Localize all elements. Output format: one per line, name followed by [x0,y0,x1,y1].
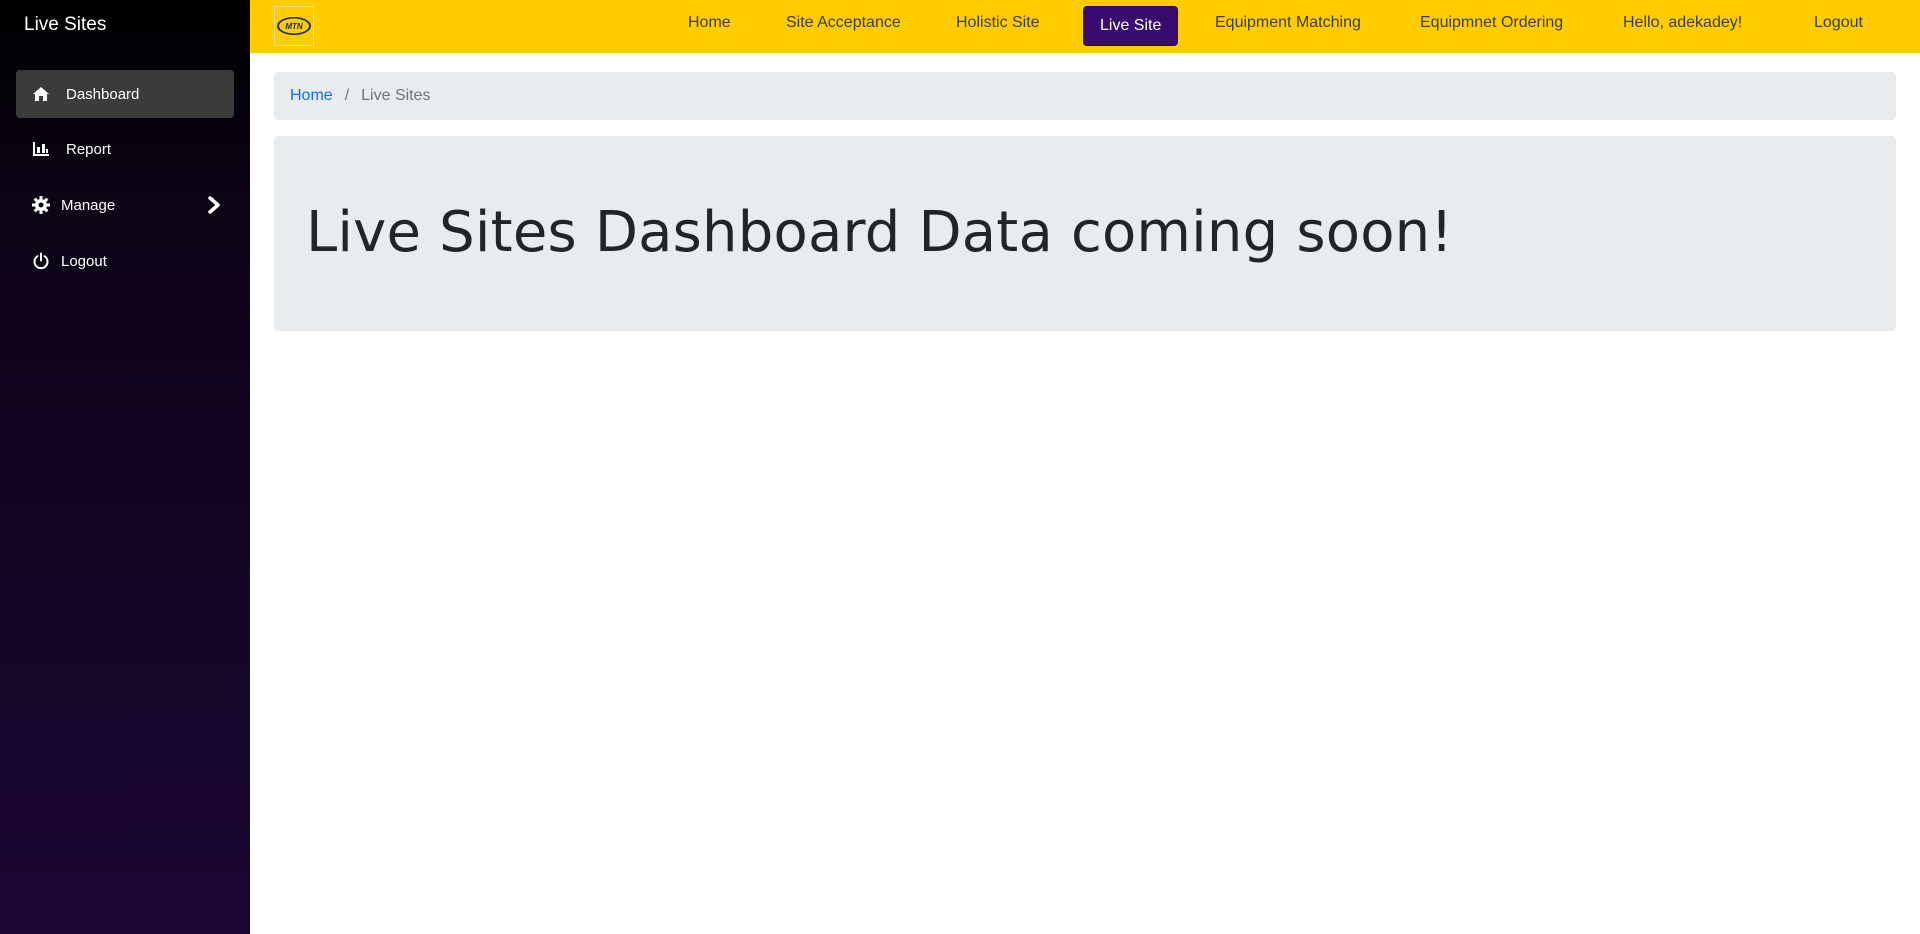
power-icon [31,251,51,271]
breadcrumb-home-link[interactable]: Home [290,87,333,105]
nav-equipment-matching[interactable]: Equipment Matching [1215,14,1361,32]
sidebar: Live Sites Dashboard Report Manage Logou… [0,0,250,934]
home-icon [31,84,51,104]
sidebar-item-logout[interactable]: Logout [16,237,234,285]
dashboard-placeholder-panel: Live Sites Dashboard Data coming soon! [274,136,1896,331]
page-heading: Live Sites Dashboard Data coming soon! [306,200,1454,265]
sidebar-item-label: Manage [61,196,116,214]
svg-text:MTN: MTN [285,22,303,31]
mtn-logo[interactable]: MTN [274,6,314,46]
bar-chart-icon [31,139,51,159]
nav-live-site[interactable]: Live Site [1083,6,1179,46]
nav-holistic-site[interactable]: Holistic Site [956,14,1040,32]
breadcrumb-separator: / [344,87,350,104]
nav-site-acceptance[interactable]: Site Acceptance [786,14,901,32]
sidebar-title: Live Sites [24,14,107,35]
sidebar-item-dashboard[interactable]: Dashboard [16,70,234,118]
sidebar-item-label: Logout [61,252,107,270]
chevron-right-icon[interactable] [208,196,220,218]
nav-home[interactable]: Home [688,14,731,32]
breadcrumb-current: Live Sites [361,87,431,104]
sidebar-item-label: Dashboard [66,85,140,103]
nav-logout[interactable]: Logout [1814,14,1863,32]
nav-user-greeting[interactable]: Hello, adekadey! [1623,14,1742,32]
gear-icon [31,195,51,215]
nav-equipment-ordering[interactable]: Equipmnet Ordering [1420,14,1563,32]
sidebar-item-manage[interactable]: Manage [16,181,234,229]
sidebar-item-report[interactable]: Report [16,125,234,173]
top-navbar: MTN Home Site Acceptance Holistic Site L… [250,0,1920,53]
sidebar-item-label: Report [66,140,112,158]
breadcrumb: Home / Live Sites [274,72,1896,120]
